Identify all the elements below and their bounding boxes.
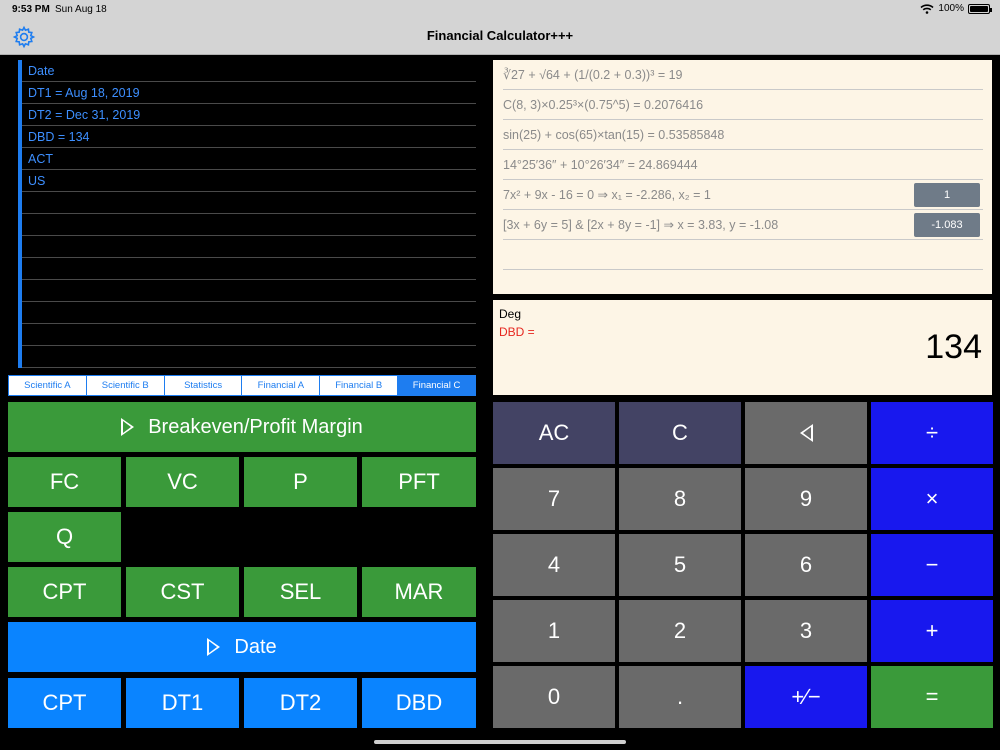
tape-row xyxy=(22,324,476,346)
angle-mode: Deg xyxy=(499,307,522,321)
digit-4-button[interactable]: 4 xyxy=(493,534,615,596)
battery-icon xyxy=(968,3,992,14)
breakeven-section-button[interactable]: Breakeven/Profit Margin xyxy=(8,402,476,452)
history-result-button-1[interactable]: 1 xyxy=(914,183,980,207)
dbd-button[interactable]: DBD xyxy=(362,678,476,728)
tape-row: US xyxy=(22,170,476,192)
status-date: Sun Aug 18 xyxy=(55,4,107,15)
tape-row xyxy=(22,214,476,236)
dt1-button[interactable]: DT1 xyxy=(126,678,239,728)
decimal-button[interactable]: . xyxy=(619,666,741,728)
tape-row xyxy=(22,346,476,368)
tape-row xyxy=(22,258,476,280)
history-row: [3x + 6y = 5] & [2x + 8y = -1] ⇒ x = 3.8… xyxy=(503,210,983,240)
date-label: Date xyxy=(234,635,277,658)
digit-8-button[interactable]: 8 xyxy=(619,468,741,530)
history-result-button-2[interactable]: -1.083 xyxy=(914,213,980,237)
history-row-empty xyxy=(503,240,983,270)
digit-3-button[interactable]: 3 xyxy=(745,600,867,662)
p-button[interactable]: P xyxy=(244,457,357,507)
plus-button[interactable]: + xyxy=(871,600,993,662)
battery-percent: 100% xyxy=(938,3,964,14)
multiply-button[interactable]: × xyxy=(871,468,993,530)
history-row: C(8, 3)×0.25³×(0.75^5) = 0.2076416 xyxy=(503,90,983,120)
history-panel[interactable]: ∛27 + √64 + (1/(0.2 + 0.3))³ = 19 C(8, 3… xyxy=(493,60,992,294)
tape-row: Date xyxy=(22,60,476,82)
home-indicator[interactable] xyxy=(374,740,626,744)
history-row: 7x² + 9x - 16 = 0 ⇒ x₁ = -2.286, x₂ = 1 xyxy=(503,180,983,210)
equals-button[interactable]: = xyxy=(871,666,993,728)
nav-bar: Financial Calculator+++ xyxy=(0,18,1000,55)
status-time: 9:53 PM xyxy=(12,4,50,15)
digit-7-button[interactable]: 7 xyxy=(493,468,615,530)
tape-row: ACT xyxy=(22,148,476,170)
triangle-right-icon xyxy=(207,638,221,656)
tape-row: DT1 = Aug 18, 2019 xyxy=(22,82,476,104)
tape-row: DBD = 134 xyxy=(22,126,476,148)
digit-5-button[interactable]: 5 xyxy=(619,534,741,596)
cpt-button[interactable]: CPT xyxy=(8,567,121,617)
result-label: DBD = xyxy=(499,325,535,339)
digit-9-button[interactable]: 9 xyxy=(745,468,867,530)
history-row: sin(25) + cos(65)×tan(15) = 0.53585848 xyxy=(503,120,983,150)
minus-button[interactable]: − xyxy=(871,534,993,596)
status-bar: 9:53 PM Sun Aug 18 100% xyxy=(0,0,1000,18)
page-title: Financial Calculator+++ xyxy=(426,28,574,43)
digit-6-button[interactable]: 6 xyxy=(745,534,867,596)
dt2-button[interactable]: DT2 xyxy=(244,678,357,728)
tape-row xyxy=(22,192,476,214)
tab-scientific-a[interactable]: Scientific A xyxy=(9,376,87,395)
triangle-right-icon xyxy=(121,418,135,436)
tape-row xyxy=(22,280,476,302)
tape-row xyxy=(22,302,476,324)
date-section-button[interactable]: Date xyxy=(8,622,476,672)
history-row: ∛27 + √64 + (1/(0.2 + 0.3))³ = 19 xyxy=(503,60,983,90)
vc-button[interactable]: VC xyxy=(126,457,239,507)
tape-row xyxy=(22,236,476,258)
tab-financial-b[interactable]: Financial B xyxy=(320,376,399,395)
cst-button[interactable]: CST xyxy=(126,567,239,617)
tape-row: DT2 = Dec 31, 2019 xyxy=(22,104,476,126)
pft-button[interactable]: PFT xyxy=(362,457,476,507)
tab-financial-c[interactable]: Financial C xyxy=(398,376,475,395)
plus-minus-button[interactable]: +∕− xyxy=(745,666,867,728)
mar-button[interactable]: MAR xyxy=(362,567,476,617)
digit-0-button[interactable]: 0 xyxy=(493,666,615,728)
tab-statistics[interactable]: Statistics xyxy=(165,376,243,395)
clear-button[interactable]: C xyxy=(619,402,741,464)
sel-button[interactable]: SEL xyxy=(244,567,357,617)
tape-list[interactable]: Date DT1 = Aug 18, 2019 DT2 = Dec 31, 20… xyxy=(18,60,476,368)
breakeven-label: Breakeven/Profit Margin xyxy=(148,415,363,438)
divide-button[interactable]: ÷ xyxy=(871,402,993,464)
status-right: 100% xyxy=(920,3,992,14)
all-clear-button[interactable]: AC xyxy=(493,402,615,464)
result-display: Deg DBD = 134 xyxy=(493,300,992,395)
tab-financial-a[interactable]: Financial A xyxy=(242,376,321,395)
fc-button[interactable]: FC xyxy=(8,457,121,507)
result-value: 134 xyxy=(925,328,982,366)
backspace-button[interactable] xyxy=(745,402,867,464)
date-cpt-button[interactable]: CPT xyxy=(8,678,121,728)
digit-1-button[interactable]: 1 xyxy=(493,600,615,662)
wifi-icon xyxy=(920,3,934,14)
triangle-left-icon xyxy=(799,424,813,442)
q-button[interactable]: Q xyxy=(8,512,121,562)
digit-2-button[interactable]: 2 xyxy=(619,600,741,662)
history-row: 14°25′36″ + 10°26′34″ = 24.869444 xyxy=(503,150,983,180)
tab-scientific-b[interactable]: Scientific B xyxy=(87,376,165,395)
mode-tabs: Scientific A Scientific B Statistics Fin… xyxy=(8,375,476,396)
calculator-app: 9:53 PM Sun Aug 18 100% Financial Calcul… xyxy=(0,0,1000,750)
